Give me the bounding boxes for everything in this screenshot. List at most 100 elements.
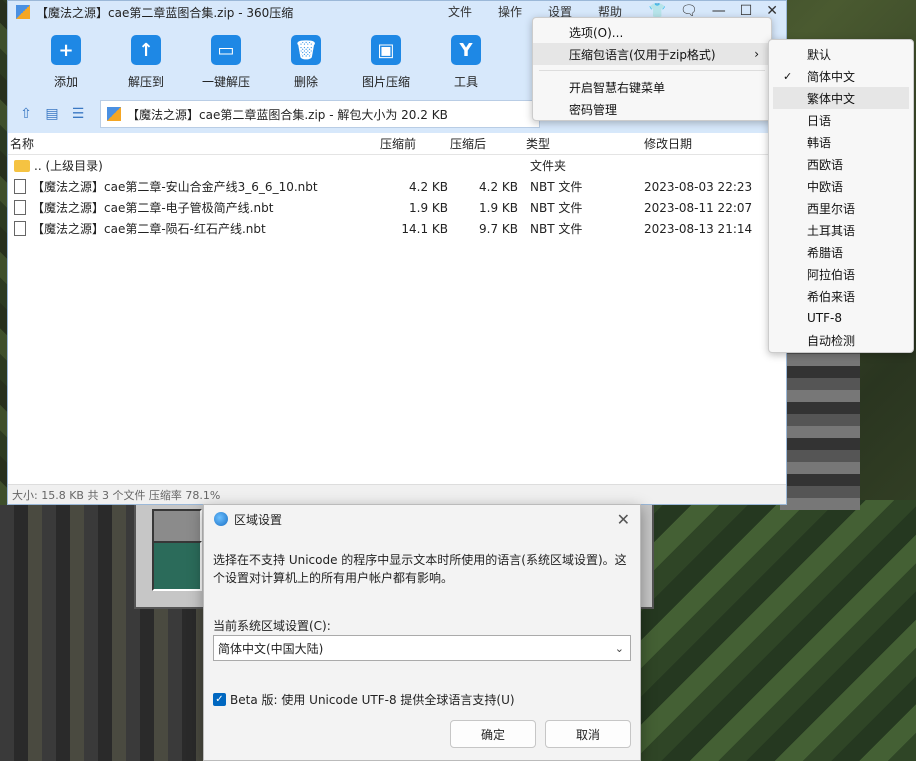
chevron-right-icon: › bbox=[754, 47, 759, 61]
menu-item-label: 选项(O)... bbox=[569, 25, 624, 40]
language-label: 西里尔语 bbox=[807, 201, 856, 216]
file-size: 9.7 KB bbox=[479, 221, 518, 236]
add-button[interactable]: + 添加 bbox=[26, 23, 106, 90]
dialog-close-button[interactable]: ✕ bbox=[617, 510, 630, 529]
parent-dir-row[interactable]: .. (上级目录) 文件夹 bbox=[8, 155, 786, 176]
one-click-extract-button[interactable]: ▭ 一键解压 bbox=[186, 23, 266, 90]
file-date: 2023-08-13 21:14 bbox=[644, 221, 753, 236]
language-item[interactable]: 日语 bbox=[769, 109, 913, 131]
menu-file[interactable]: 文件 bbox=[448, 3, 472, 20]
file-type: NBT 文件 bbox=[530, 180, 583, 194]
menu-item-archive-language[interactable]: 压缩包语言(仅用于zip格式) › bbox=[533, 43, 771, 65]
dialog-title: 区域设置 bbox=[234, 512, 283, 527]
header-type[interactable]: 类型 bbox=[518, 135, 638, 152]
header-name[interactable]: 名称 bbox=[8, 135, 378, 152]
zip-icon bbox=[107, 107, 121, 121]
language-label: 中欧语 bbox=[807, 179, 844, 194]
file-icon bbox=[14, 221, 26, 236]
menu-item-password-manager[interactable]: 密码管理 bbox=[533, 98, 771, 120]
language-label: UTF-8 bbox=[807, 311, 842, 325]
file-compressed: 14.1 KB bbox=[401, 221, 448, 236]
language-submenu: 默认 ✓ 简体中文 繁体中文 日语 韩语 西欧语 中欧语 西里尔语 土耳其语 希腊… bbox=[768, 39, 914, 353]
background-scenery bbox=[780, 340, 860, 510]
settings-menu: 选项(O)... 压缩包语言(仅用于zip格式) › 开启智慧右键菜单 密码管理 bbox=[532, 17, 772, 121]
window-title: 【魔法之源】cae第二章蓝图合集.zip - 360压缩 bbox=[36, 5, 294, 20]
language-item[interactable]: 默认 bbox=[769, 43, 913, 65]
table-row[interactable]: 【魔法之源】cae第二章-陨石-红石产线.nbt 14.1 KB 9.7 KB … bbox=[8, 218, 786, 239]
tools-label: 工具 bbox=[453, 75, 478, 89]
list-view-icon[interactable]: ☰ bbox=[70, 106, 86, 122]
language-item[interactable]: 韩语 bbox=[769, 131, 913, 153]
dialog-title-bar: 区域设置 bbox=[204, 505, 640, 533]
language-item[interactable]: 希伯来语 bbox=[769, 285, 913, 307]
table-row[interactable]: 【魔法之源】cae第二章-安山合金产线3_6_6_10.nbt 4.2 KB 4… bbox=[8, 176, 786, 197]
language-item[interactable]: 希腊语 bbox=[769, 241, 913, 263]
language-label: 土耳其语 bbox=[807, 223, 856, 238]
add-icon: + bbox=[51, 35, 81, 65]
extract-icon: ↑ bbox=[131, 35, 161, 65]
parent-dir-name: .. (上级目录) bbox=[34, 159, 103, 173]
locale-select[interactable]: 简体中文(中国大陆) ⌄ bbox=[213, 635, 631, 661]
pickaxe-icon bbox=[152, 541, 202, 591]
menu-operation[interactable]: 操作 bbox=[498, 3, 522, 20]
delete-button[interactable]: 🗑 删除 bbox=[266, 23, 346, 90]
file-size: 1.9 KB bbox=[479, 200, 518, 215]
image-compress-button[interactable]: ▣ 图片压缩 bbox=[346, 23, 426, 90]
current-locale-label: 当前系统区域设置(C): bbox=[213, 619, 331, 633]
check-icon: ✓ bbox=[783, 69, 793, 83]
file-name: 【魔法之源】cae第二章-陨石-红石产线.nbt bbox=[32, 222, 266, 236]
extract-to-button[interactable]: ↑ 解压到 bbox=[106, 23, 186, 90]
language-item[interactable]: 阿拉伯语 bbox=[769, 263, 913, 285]
menu-item-options[interactable]: 选项(O)... bbox=[533, 21, 771, 43]
folder-icon bbox=[14, 159, 30, 172]
language-label: 希腊语 bbox=[807, 245, 844, 260]
up-arrow-icon[interactable]: ⇧ bbox=[18, 106, 34, 122]
menu-item-smart-context-menu[interactable]: 开启智慧右键菜单 bbox=[533, 76, 771, 98]
table-row[interactable]: 【魔法之源】cae第二章-电子管极简产线.nbt 1.9 KB 1.9 KB N… bbox=[8, 197, 786, 218]
language-item[interactable]: 中欧语 bbox=[769, 175, 913, 197]
beta-utf8-label: Beta 版: 使用 Unicode UTF-8 提供全球语言支持(U) bbox=[230, 693, 515, 707]
language-label: 日语 bbox=[807, 113, 832, 128]
language-item[interactable]: 土耳其语 bbox=[769, 219, 913, 241]
file-name: 【魔法之源】cae第二章-电子管极简产线.nbt bbox=[32, 201, 274, 215]
ok-button[interactable]: 确定 bbox=[450, 720, 536, 748]
beta-utf8-checkbox[interactable]: ✓ bbox=[213, 693, 226, 706]
language-item[interactable]: 自动检测 bbox=[769, 329, 913, 351]
menu-separator bbox=[539, 70, 765, 71]
delete-label: 删除 bbox=[293, 75, 318, 89]
language-label: 简体中文 bbox=[807, 69, 856, 84]
file-icon bbox=[14, 179, 26, 194]
locale-select-value: 简体中文(中国大陆) bbox=[218, 641, 324, 656]
one-click-extract-icon: ▭ bbox=[211, 35, 241, 65]
file-list: 名称 压缩前 压缩后 类型 修改日期 .. (上级目录) 文件夹 【魔法之源】c… bbox=[8, 133, 786, 239]
language-item[interactable]: 西里尔语 bbox=[769, 197, 913, 219]
extract-to-label: 解压到 bbox=[127, 75, 164, 89]
language-item[interactable]: UTF-8 bbox=[769, 307, 913, 329]
one-click-extract-label: 一键解压 bbox=[201, 75, 250, 89]
language-item[interactable]: 西欧语 bbox=[769, 153, 913, 175]
language-item[interactable]: ✓ 简体中文 bbox=[769, 65, 913, 87]
menu-item-label: 开启智慧右键菜单 bbox=[569, 80, 666, 95]
cancel-button[interactable]: 取消 bbox=[545, 720, 631, 748]
language-label: 自动检测 bbox=[807, 333, 856, 348]
file-type: NBT 文件 bbox=[530, 201, 583, 215]
language-label: 繁体中文 bbox=[807, 91, 856, 106]
file-date: 2023-08-03 22:23 bbox=[644, 179, 753, 194]
file-name: 【魔法之源】cae第二章-安山合金产线3_6_6_10.nbt bbox=[32, 180, 318, 194]
file-list-header: 名称 压缩前 压缩后 类型 修改日期 bbox=[8, 133, 786, 155]
header-compressed[interactable]: 压缩前 bbox=[378, 135, 448, 152]
trash-icon: 🗑 bbox=[291, 35, 321, 65]
path-field[interactable]: 【魔法之源】cae第二章蓝图合集.zip - 解包大小为 20.2 KB bbox=[100, 100, 540, 128]
file-date: 2023-08-11 22:07 bbox=[644, 200, 753, 215]
tools-button[interactable]: Y 工具 bbox=[426, 23, 506, 90]
header-size[interactable]: 压缩后 bbox=[448, 135, 518, 152]
thumbnail-view-icon[interactable]: ▤ bbox=[44, 106, 60, 122]
parent-dir-type: 文件夹 bbox=[530, 159, 567, 173]
header-date[interactable]: 修改日期 bbox=[638, 135, 768, 152]
language-item[interactable]: 繁体中文 bbox=[773, 87, 909, 109]
path-text: 【魔法之源】cae第二章蓝图合集.zip - 解包大小为 20.2 KB bbox=[127, 107, 448, 122]
image-compress-icon: ▣ bbox=[371, 35, 401, 65]
beta-utf8-option[interactable]: ✓ Beta 版: 使用 Unicode UTF-8 提供全球语言支持(U) bbox=[213, 691, 515, 708]
menu-item-label: 密码管理 bbox=[569, 102, 618, 117]
status-bar: 大小: 15.8 KB 共 3 个文件 压缩率 78.1% bbox=[8, 484, 786, 504]
